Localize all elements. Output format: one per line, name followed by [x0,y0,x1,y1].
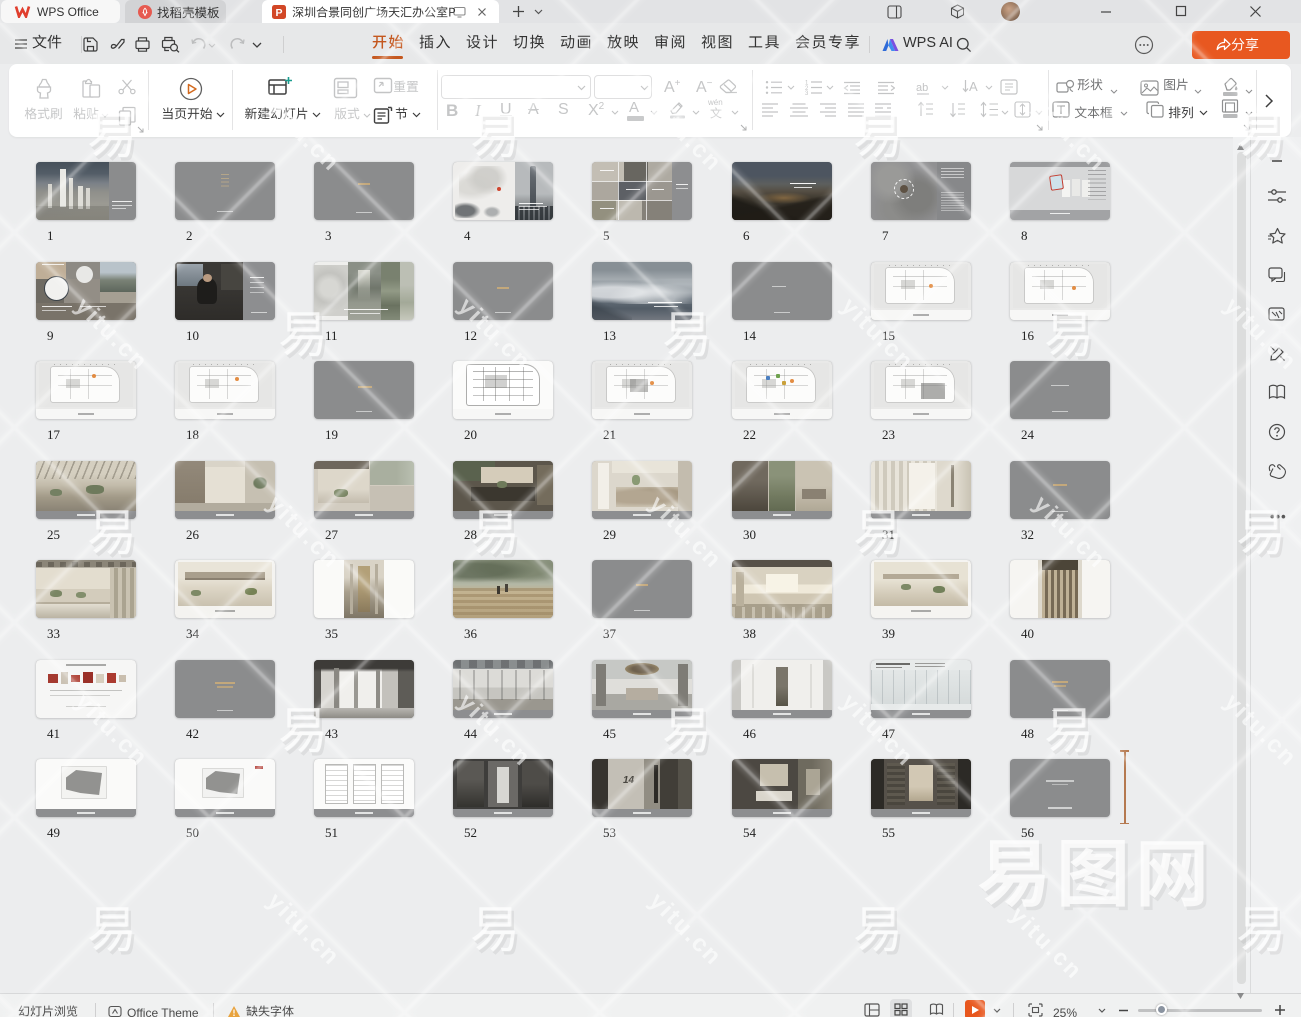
svg-text:P: P [275,7,282,19]
svg-text:yitu.cn: yitu.cn [262,888,346,972]
svg-text:yitu.cn: yitu.cn [1005,901,1088,984]
svg-text:3: 3 [805,91,809,95]
svg-text:yitu.cn: yitu.cn [644,888,728,972]
svg-text:A: A [969,79,978,94]
svg-text:ab: ab [916,82,928,94]
